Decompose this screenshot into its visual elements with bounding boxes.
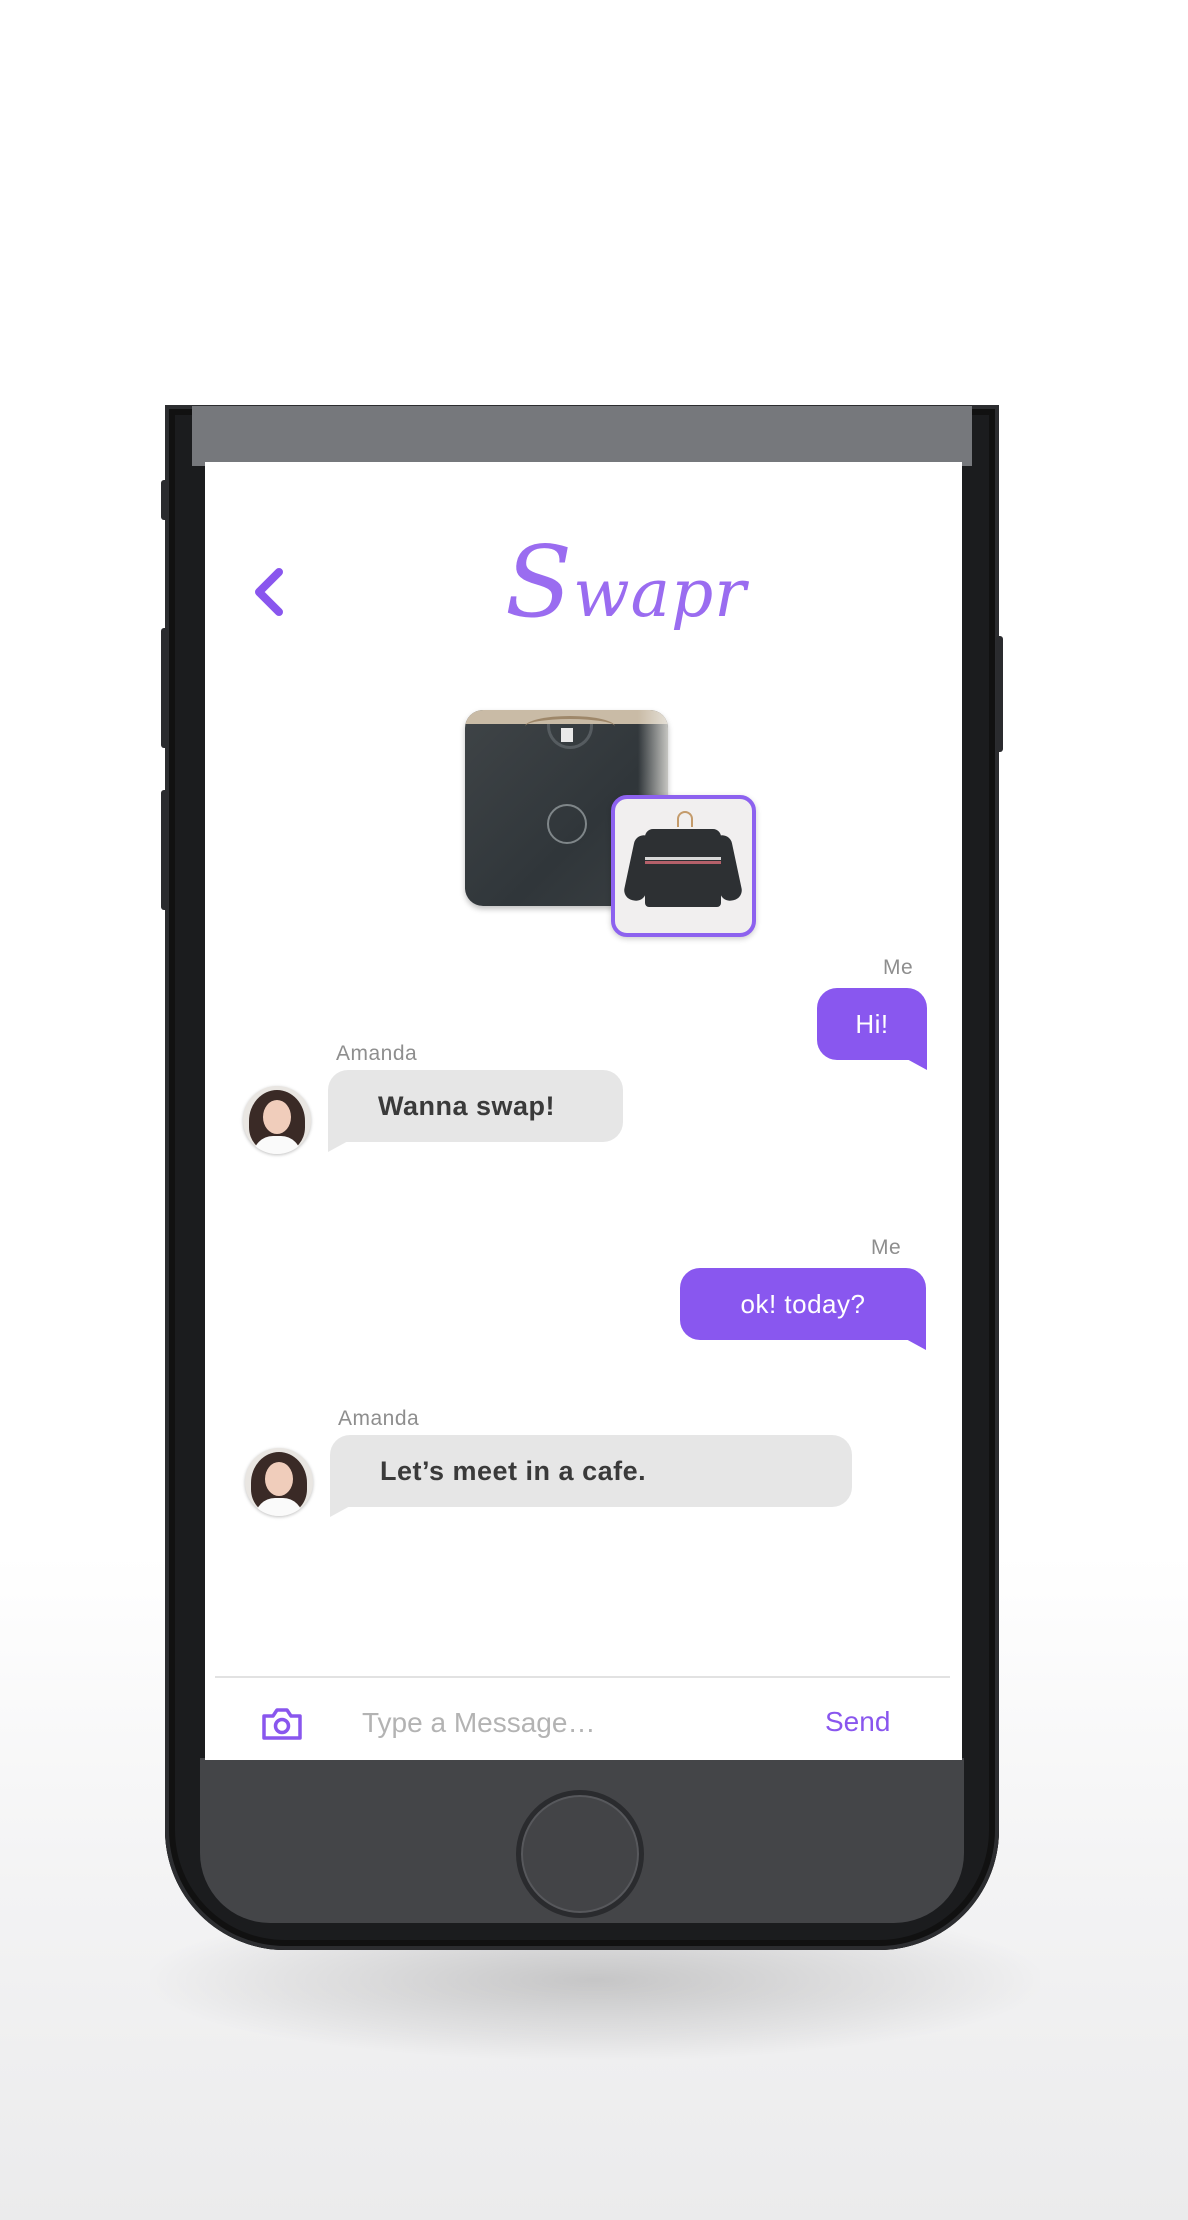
message-text: Wanna swap! bbox=[378, 1090, 556, 1121]
message-text: Let’s meet in a cafe. bbox=[380, 1455, 647, 1486]
product-image-offer[interactable] bbox=[611, 795, 756, 937]
message-text: Hi! bbox=[855, 1008, 889, 1039]
avatar[interactable] bbox=[243, 1086, 311, 1154]
avatar[interactable] bbox=[245, 1448, 313, 1516]
mute-switch bbox=[161, 480, 168, 520]
message-composer: Send bbox=[215, 1676, 950, 1760]
phone-top-bezel bbox=[192, 406, 972, 466]
back-button[interactable] bbox=[239, 562, 299, 622]
chevron-left-icon bbox=[255, 568, 283, 616]
home-button[interactable] bbox=[516, 1790, 644, 1918]
app-logo: Swapr bbox=[505, 526, 747, 640]
sender-label: Me bbox=[883, 956, 914, 979]
message-bubble-outgoing[interactable]: ok! today? bbox=[680, 1268, 926, 1340]
sender-label: Amanda bbox=[338, 1407, 420, 1430]
power-button bbox=[996, 636, 1003, 752]
sender-label: Amanda bbox=[336, 1042, 418, 1065]
message-text: ok! today? bbox=[740, 1288, 866, 1319]
camera-button[interactable] bbox=[260, 1704, 304, 1744]
chat-screen: Swapr Me Hi! Amanda Wanna swap! Me ok! t… bbox=[205, 462, 962, 1760]
send-button[interactable]: Send bbox=[825, 1700, 925, 1744]
sender-label: Me bbox=[871, 1236, 902, 1259]
message-bubble-outgoing[interactable]: Hi! bbox=[817, 988, 927, 1060]
volume-up-button bbox=[161, 628, 168, 748]
message-input[interactable] bbox=[360, 1696, 734, 1750]
camera-icon bbox=[262, 1708, 302, 1740]
message-bubble-incoming[interactable]: Wanna swap! bbox=[328, 1070, 623, 1142]
message-bubble-incoming[interactable]: Let’s meet in a cafe. bbox=[330, 1435, 852, 1507]
volume-down-button bbox=[161, 790, 168, 910]
